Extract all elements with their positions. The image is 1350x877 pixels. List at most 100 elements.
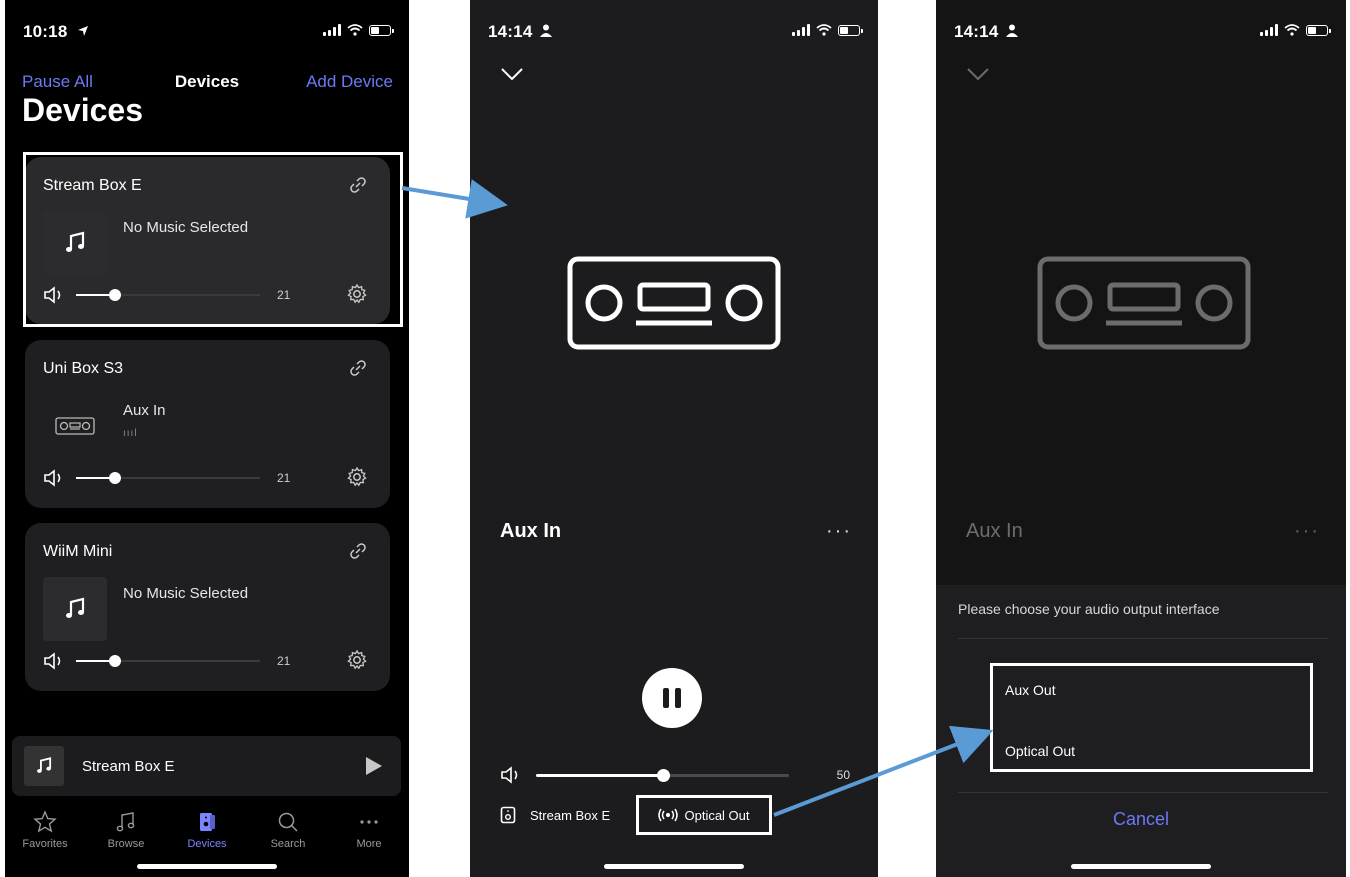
now-playing-title: Aux In: [500, 520, 562, 542]
divider: [958, 792, 1328, 793]
track-subtitle: ıııl: [123, 428, 138, 439]
tab-label: More: [356, 838, 382, 850]
home-indicator: [1071, 864, 1211, 869]
mini-player[interactable]: Stream Box E: [12, 736, 401, 796]
status-time: 14:14: [954, 22, 999, 41]
volume-value: 50: [836, 768, 850, 782]
volume-row: 21: [43, 466, 372, 488]
volume-value: 21: [277, 654, 291, 668]
battery-icon: [369, 24, 394, 36]
volume-slider[interactable]: [76, 472, 260, 484]
aux-device-icon: [566, 255, 782, 356]
divider: [958, 638, 1328, 639]
more-options-button: ···: [1294, 520, 1320, 542]
nav-bar: Pause All Devices Add Device: [5, 72, 409, 94]
status-bar: 10:18: [5, 22, 409, 44]
more-options-button[interactable]: ···: [826, 520, 852, 543]
output-label: Optical Out: [684, 807, 750, 823]
option-optical-out[interactable]: Optical Out: [1005, 743, 1075, 759]
output-selector-button[interactable]: Optical Out: [636, 795, 772, 835]
play-icon[interactable]: [363, 756, 383, 781]
status-time: 14:14: [488, 22, 533, 41]
location-icon: [77, 24, 89, 42]
volume-row: 21: [43, 649, 372, 671]
battery-icon: [1306, 24, 1331, 36]
cellular-signal-icon: [323, 24, 341, 36]
tab-label: Search: [270, 838, 306, 850]
cellular-signal-icon: [1260, 24, 1278, 36]
track-title: No Music Selected: [123, 585, 249, 602]
volume-value: 21: [277, 471, 291, 485]
speaker-volume-icon[interactable]: [43, 468, 65, 488]
tab-devices[interactable]: Devices: [172, 810, 242, 850]
chevron-down-icon[interactable]: [500, 66, 524, 87]
gear-icon[interactable]: [346, 466, 368, 493]
status-time: 10:18: [23, 22, 68, 41]
music-note-icon: [66, 597, 85, 618]
current-device-name: Stream Box E: [530, 807, 611, 823]
devices-screen: 10:18 Pause All Devices Add Device Devic…: [5, 0, 409, 877]
current-device[interactable]: Stream Box E: [500, 806, 610, 824]
search-icon: [278, 812, 298, 832]
album-art-placeholder: [43, 394, 107, 458]
wifi-icon: [347, 24, 363, 36]
device-card-wiim-mini[interactable]: WiiM Mini No Music Selected 21: [25, 523, 390, 691]
star-icon: [33, 810, 57, 833]
sheet-prompt: Please choose your audio output interfac…: [958, 601, 1220, 617]
battery-icon: [838, 24, 863, 36]
home-indicator: [604, 864, 744, 869]
device-name: Uni Box S3: [43, 360, 124, 377]
tab-label: Browse: [107, 838, 145, 850]
pause-icon: [675, 688, 681, 708]
status-bar: 14:14: [936, 22, 1346, 44]
mini-player-device: Stream Box E: [82, 758, 175, 775]
speaker-volume-icon[interactable]: [43, 651, 65, 671]
wifi-icon: [1284, 24, 1300, 36]
status-icons: [1260, 24, 1331, 36]
status-icons: [792, 24, 863, 36]
tab-label: Devices: [187, 838, 227, 850]
pause-button[interactable]: [642, 668, 702, 728]
ellipsis-icon: [360, 820, 378, 824]
option-aux-out[interactable]: Aux Out: [1005, 682, 1056, 698]
link-icon[interactable]: [348, 541, 368, 566]
music-note-icon: [37, 757, 52, 773]
mini-player-art: [24, 746, 64, 786]
highlight-box-device-card: [23, 152, 403, 327]
pause-icon: [663, 688, 669, 708]
now-playing-title: Aux In: [966, 520, 1023, 542]
tab-more[interactable]: More: [334, 810, 404, 850]
speaker-icon: [200, 813, 215, 831]
volume-row: 50: [500, 765, 850, 785]
tab-favorites[interactable]: Favorites: [10, 810, 80, 850]
track-title: Aux In: [123, 402, 166, 419]
volume-slider[interactable]: [536, 769, 789, 782]
device-card-uni-box-s3[interactable]: Uni Box S3 Aux In ıııl 21: [25, 340, 390, 508]
aux-device-icon: [55, 417, 95, 435]
link-icon[interactable]: [348, 358, 368, 383]
cancel-button[interactable]: Cancel: [936, 809, 1346, 830]
home-indicator: [137, 864, 277, 869]
output-options: Aux Out Optical Out: [990, 663, 1313, 772]
person-icon: [1006, 24, 1018, 42]
tab-label: Favorites: [22, 838, 68, 850]
output-action-sheet: Please choose your audio output interfac…: [936, 585, 1346, 877]
output-picker-screen: 14:14 Aux In ··· Please choose your audi…: [936, 0, 1346, 877]
tab-search[interactable]: Search: [253, 810, 323, 850]
speaker-volume-icon[interactable]: [500, 765, 522, 785]
volume-slider[interactable]: [76, 655, 260, 667]
checkmark-icon: ✓: [971, 737, 983, 753]
speaker-icon: [500, 806, 516, 824]
page-title: Devices: [22, 92, 143, 128]
tab-browse[interactable]: Browse: [91, 810, 161, 850]
wifi-icon: [816, 24, 832, 36]
device-name: WiiM Mini: [43, 543, 113, 560]
cellular-signal-icon: [792, 24, 810, 36]
status-icons: [323, 24, 394, 36]
album-art-placeholder: [43, 577, 107, 641]
add-device-button[interactable]: Add Device: [306, 72, 393, 92]
status-bar: 14:14: [470, 22, 878, 44]
music-note-icon: [116, 812, 135, 832]
gear-icon[interactable]: [346, 649, 368, 676]
person-icon: [540, 24, 552, 42]
